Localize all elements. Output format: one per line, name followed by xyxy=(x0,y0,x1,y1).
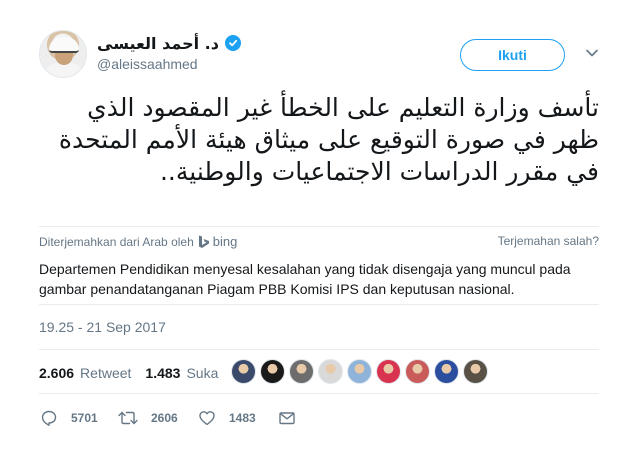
like-button[interactable]: 1483 xyxy=(197,408,277,428)
avatar-body xyxy=(44,63,84,77)
translated-text: Departemen Pendidikan menyesal kesalahan… xyxy=(39,261,571,297)
like-stat-label: Suka xyxy=(186,365,219,381)
reply-icon xyxy=(41,410,57,426)
retweet-icon xyxy=(118,411,138,425)
retweet-count: 2606 xyxy=(151,411,178,425)
bing-icon xyxy=(198,235,209,248)
tweet-timestamp[interactable]: 19.25 - 21 Sep 2017 xyxy=(39,319,166,335)
translator-name: bing xyxy=(212,234,238,249)
avatar[interactable] xyxy=(39,30,87,78)
tweet-card: د. أحمد العيسى @aleissaahmed Ikuti تأسف … xyxy=(0,0,639,457)
name-row: د. أحمد العيسى xyxy=(97,32,241,54)
reply-button[interactable]: 5701 xyxy=(39,408,117,428)
like-stat-count: 1.483 xyxy=(145,365,181,381)
retweet-stat-label: Retweet xyxy=(80,365,132,381)
translation-header: Diterjemahkan dari Arab oleh bing Terjem… xyxy=(39,232,599,252)
liker-avatar[interactable] xyxy=(318,359,343,384)
liker-avatar[interactable] xyxy=(405,359,430,384)
wrong-translation-link[interactable]: Terjemahan salah? xyxy=(498,234,599,248)
bing-logo: bing xyxy=(198,234,238,249)
liker-avatar[interactable] xyxy=(231,359,256,384)
tweet-actions: 5701 2606 1483 xyxy=(39,406,297,430)
translated-by: Diterjemahkan dari Arab oleh bing xyxy=(39,234,237,249)
like-stat[interactable]: 1.483 Suka xyxy=(145,365,218,381)
like-count: 1483 xyxy=(229,411,256,425)
chevron-down-icon[interactable] xyxy=(584,45,600,61)
liker-avatar[interactable] xyxy=(289,359,314,384)
follow-button[interactable]: Ikuti xyxy=(460,39,565,71)
liker-avatars xyxy=(231,359,488,387)
avatar-headwear xyxy=(49,37,79,53)
tweet-text: تأسف وزارة التعليم على الخطأ غير المقصود… xyxy=(58,93,599,186)
divider xyxy=(39,304,599,305)
liker-avatar[interactable] xyxy=(434,359,459,384)
display-name[interactable]: د. أحمد العيسى xyxy=(97,34,219,53)
divider xyxy=(39,349,599,350)
reply-count: 5701 xyxy=(71,411,98,425)
liker-avatar[interactable] xyxy=(260,359,285,384)
tweet-header: د. أحمد العيسى @aleissaahmed Ikuti xyxy=(39,30,599,80)
heart-icon xyxy=(199,411,215,426)
user-handle[interactable]: @aleissaahmed xyxy=(97,56,198,72)
liker-avatar[interactable] xyxy=(347,359,372,384)
retweet-button[interactable]: 2606 xyxy=(117,408,197,428)
divider xyxy=(39,226,599,227)
translated-by-label: Diterjemahkan dari Arab oleh xyxy=(39,234,194,249)
retweet-stat[interactable]: 2.606 Retweet xyxy=(39,365,131,381)
engagement-stats: 2.606 Retweet 1.483 Suka xyxy=(39,362,232,384)
liker-avatar[interactable] xyxy=(376,359,401,384)
liker-avatar[interactable] xyxy=(463,359,488,384)
direct-message-button[interactable] xyxy=(277,408,297,428)
retweet-stat-count: 2.606 xyxy=(39,365,75,381)
verified-badge-icon xyxy=(224,35,241,51)
envelope-icon xyxy=(279,412,295,425)
divider xyxy=(39,393,599,394)
